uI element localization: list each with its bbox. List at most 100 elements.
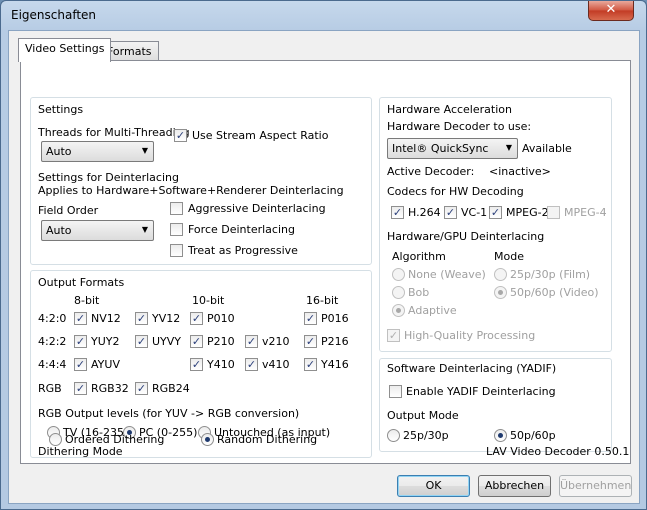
stream-aspect-label: Use Stream Aspect Ratio — [192, 129, 329, 142]
hw-decoder-combo[interactable]: Intel® QuickSync ▼ — [387, 138, 518, 159]
treat-progressive-checkbox[interactable] — [170, 244, 183, 257]
radio-selected-dot — [396, 308, 401, 313]
yadif-50p-radio[interactable] — [494, 429, 507, 442]
chevron-down-icon: ▼ — [141, 225, 148, 234]
force-deint-checkbox[interactable] — [170, 223, 183, 236]
sw-deint-title: Software Deinterlacing (YADIF) — [387, 362, 557, 375]
uyvy-checkbox[interactable]: ✓ — [135, 335, 148, 348]
tab-video-settings[interactable]: Video Settings — [18, 38, 112, 62]
weave-radio[interactable] — [392, 268, 405, 281]
threads-combo[interactable]: Auto ▼ — [41, 141, 154, 162]
version-label: LAV Video Decoder 0.50.1 — [486, 445, 630, 458]
dithering-mode-label: Dithering Mode — [38, 445, 123, 458]
v410-label: v410 — [262, 358, 290, 371]
ordered-dither-label: Ordered Dithering — [65, 433, 165, 446]
deint-title: Settings for Deinterlacing — [38, 171, 179, 184]
p016-checkbox[interactable]: ✓ — [304, 312, 317, 325]
apply-button[interactable]: Übernehmen — [559, 475, 632, 497]
rgb24-label: RGB24 — [152, 382, 190, 395]
video-settings-page: Settings Threads for Multi-Threading Aut… — [20, 60, 631, 464]
row-label-rgb: RGB — [38, 382, 62, 395]
vc1-checkbox[interactable]: ✓ — [444, 206, 457, 219]
output-formats-group: Output Formats 8-bit 10-bit 16-bit 4:2:0… — [30, 270, 372, 458]
aggressive-deint-label: Aggressive Deinterlacing — [188, 202, 326, 215]
video-mode-radio[interactable] — [494, 286, 507, 299]
header-10bit: 10-bit — [192, 294, 225, 307]
nv12-checkbox[interactable]: ✓ — [74, 312, 87, 325]
v410-checkbox[interactable]: ✓ — [245, 358, 258, 371]
yadif-50p-label: 50p/60p — [510, 429, 556, 442]
p216-checkbox[interactable]: ✓ — [304, 335, 317, 348]
adaptive-radio[interactable] — [392, 304, 405, 317]
p216-label: P216 — [321, 335, 349, 348]
hw-accel-title: Hardware Acceleration — [387, 103, 512, 116]
header-16bit: 16-bit — [306, 294, 339, 307]
active-decoder-label: Active Decoder: — [387, 165, 475, 178]
p210-checkbox[interactable]: ✓ — [190, 335, 203, 348]
rgb24-checkbox[interactable]: ✓ — [135, 382, 148, 395]
h264-checkbox[interactable]: ✓ — [391, 206, 404, 219]
ordered-dither-radio[interactable] — [49, 433, 62, 446]
field-order-combo[interactable]: Auto ▼ — [41, 220, 154, 241]
y416-checkbox[interactable]: ✓ — [304, 358, 317, 371]
field-order-label: Field Order — [38, 204, 99, 217]
hq-processing-label: High-Quality Processing — [404, 329, 536, 342]
random-dither-radio[interactable] — [201, 433, 214, 446]
radio-selected-dot — [498, 290, 503, 295]
ayuv-label: AYUV — [91, 358, 120, 371]
bob-radio[interactable] — [392, 286, 405, 299]
yv12-label: YV12 — [152, 312, 181, 325]
film-mode-radio[interactable] — [494, 268, 507, 281]
random-dither-label: Random Dithering — [217, 433, 318, 446]
yadif-25p-radio[interactable] — [387, 429, 400, 442]
yadif-25p-label: 25p/30p — [403, 429, 449, 442]
ok-button[interactable]: OK — [397, 475, 470, 497]
active-decoder-value: <inactive> — [489, 165, 551, 178]
properties-window: Eigenschaften ✕ Video Settings Formats S… — [0, 0, 647, 510]
sw-output-mode-label: Output Mode — [387, 409, 459, 422]
v210-checkbox[interactable]: ✓ — [245, 335, 258, 348]
ayuv-checkbox[interactable]: ✓ — [74, 358, 87, 371]
deint-subtitle: Applies to Hardware+Software+Renderer De… — [38, 184, 344, 197]
mpeg4-checkbox[interactable] — [547, 206, 560, 219]
uyvy-label: UYVY — [152, 335, 182, 348]
v210-label: v210 — [262, 335, 290, 348]
p010-label: P010 — [207, 312, 235, 325]
settings-group: Settings Threads for Multi-Threading Aut… — [30, 97, 372, 265]
enable-yadif-label: Enable YADIF Deinterlacing — [406, 385, 556, 398]
yuy2-checkbox[interactable]: ✓ — [74, 335, 87, 348]
weave-label: None (Weave) — [408, 268, 486, 281]
h264-label: H.264 — [408, 206, 441, 219]
radio-selected-dot — [205, 437, 210, 442]
p016-label: P016 — [321, 312, 349, 325]
video-mode-label: 50p/60p (Video) — [510, 286, 599, 299]
close-button[interactable]: ✕ — [588, 1, 634, 21]
radio-selected-dot — [498, 433, 503, 438]
yv12-checkbox[interactable]: ✓ — [135, 312, 148, 325]
y410-label: Y410 — [207, 358, 235, 371]
mpeg2-label: MPEG-2 — [506, 206, 549, 219]
rgb-levels-label: RGB Output levels (for YUV -> RGB conver… — [38, 407, 300, 420]
nv12-label: NV12 — [91, 312, 121, 325]
row-label-444: 4:4:4 — [38, 358, 67, 371]
algorithm-label: Algorithm — [392, 250, 446, 263]
y410-checkbox[interactable]: ✓ — [190, 358, 203, 371]
title-bar[interactable]: Eigenschaften ✕ — [1, 1, 646, 31]
cancel-button[interactable]: Abbrechen — [478, 475, 551, 497]
mode-label: Mode — [494, 250, 524, 263]
hq-processing-checkbox[interactable]: ✓ — [387, 329, 400, 342]
stream-aspect-checkbox[interactable]: ✓ — [174, 129, 187, 142]
bob-label: Bob — [408, 286, 430, 299]
output-formats-title: Output Formats — [38, 276, 125, 289]
p010-checkbox[interactable]: ✓ — [190, 312, 203, 325]
row-label-420: 4:2:0 — [38, 312, 67, 325]
film-mode-label: 25p/30p (Film) — [510, 268, 591, 281]
hw-decoder-label: Hardware Decoder to use: — [387, 120, 532, 133]
vc1-label: VC-1 — [461, 206, 488, 219]
enable-yadif-checkbox[interactable] — [389, 385, 402, 398]
threads-label: Threads for Multi-Threading — [38, 126, 190, 139]
aggressive-deint-checkbox[interactable] — [170, 202, 183, 215]
mpeg2-checkbox[interactable]: ✓ — [489, 206, 502, 219]
rgb32-checkbox[interactable]: ✓ — [74, 382, 87, 395]
hw-decoder-value: Intel® QuickSync — [392, 142, 489, 155]
